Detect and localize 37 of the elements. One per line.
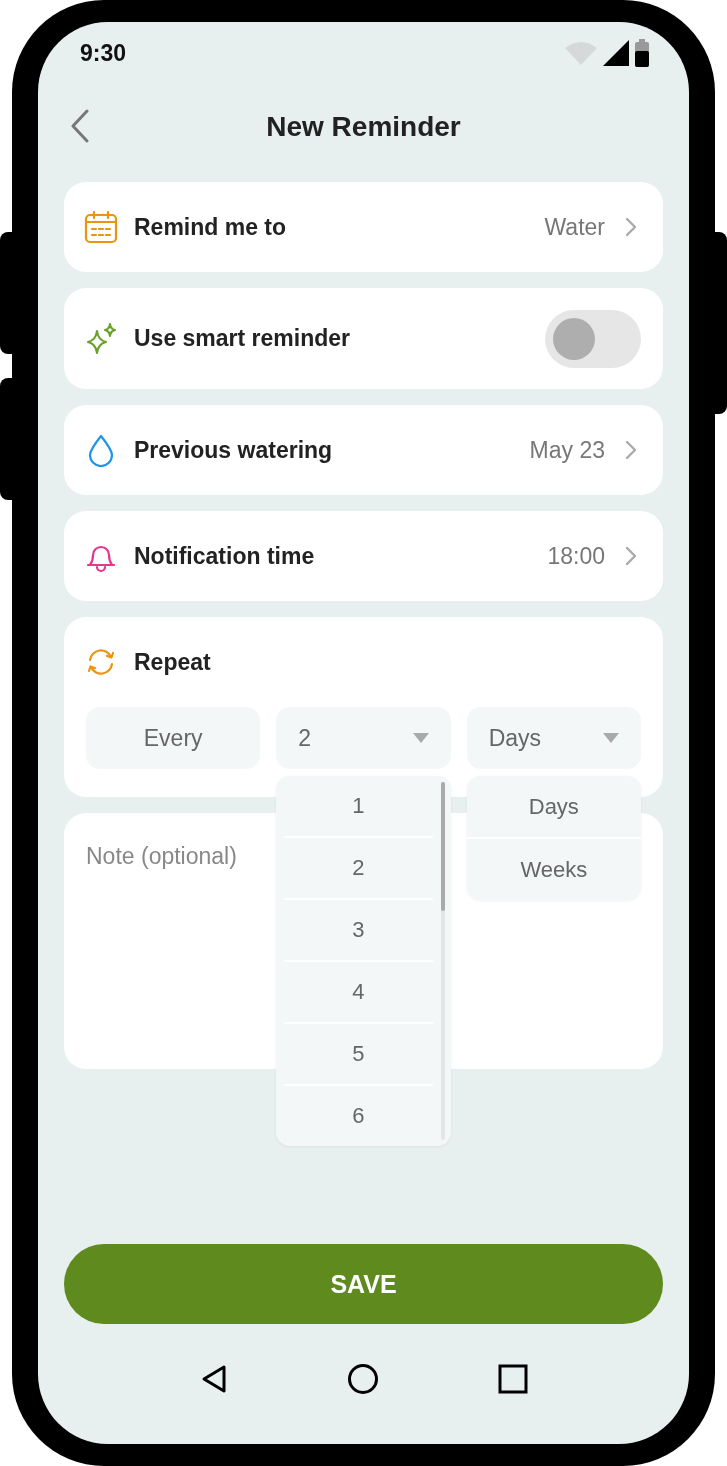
calendar-icon (84, 210, 118, 244)
status-time: 9:30 (80, 39, 127, 67)
caret-icon (603, 733, 619, 743)
setting-row[interactable]: Previous watering May 23 (64, 405, 663, 495)
dropdown-option[interactable]: 3 (284, 898, 433, 960)
dropdown[interactable]: 2 (276, 707, 451, 769)
setting-label: Notification time (134, 542, 316, 570)
dropdown-option[interactable]: 4 (284, 960, 433, 1022)
repeat-label: Repeat (134, 648, 212, 676)
save-button[interactable]: SAVE (64, 1244, 663, 1324)
dropdown-option[interactable]: 2 (284, 836, 433, 898)
setting-row[interactable]: Remind me to Water (64, 182, 663, 272)
setting-value: 18:00 (547, 542, 605, 570)
setting-value: Water (544, 213, 605, 241)
chevron-right-icon (625, 217, 637, 237)
chevron-right-icon (625, 440, 637, 460)
dropdown-option[interactable]: Days (466, 776, 641, 837)
sparkle-icon (84, 321, 118, 356)
dropdown-option[interactable]: 5 (284, 1022, 433, 1084)
setting-row[interactable]: Notification time 18:00 (64, 511, 663, 601)
dropdown-option[interactable]: 1 (284, 776, 433, 836)
home-nav-icon[interactable] (346, 1363, 379, 1395)
caret-icon (412, 733, 429, 743)
scrollbar[interactable] (440, 782, 445, 1140)
setting-card[interactable]: Use smart reminder (64, 288, 663, 389)
dropdown-option[interactable]: 6 (284, 1084, 433, 1146)
setting-label: Remind me to (134, 213, 288, 241)
setting-label: Previous watering (134, 436, 334, 464)
chevron-right-icon (625, 546, 637, 566)
every-label: Every (86, 707, 261, 769)
setting-label: Use smart reminder (134, 325, 352, 352)
setting-value: May 23 (529, 436, 605, 464)
recents-nav-icon[interactable] (497, 1364, 528, 1394)
dropdown[interactable]: Days (466, 707, 641, 769)
battery-icon (635, 39, 649, 67)
signal-icon (603, 40, 629, 66)
screen-title: New Reminder (266, 111, 461, 143)
